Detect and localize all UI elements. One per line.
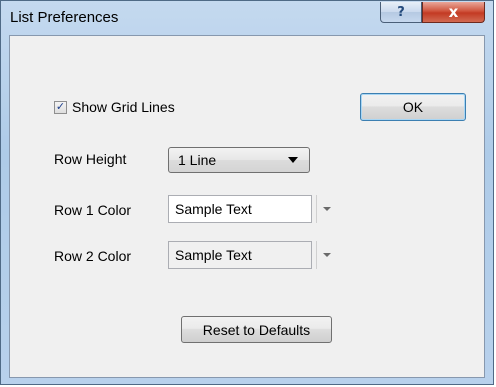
row-height-select[interactable]: 1 Line <box>168 147 310 173</box>
row-height-value: 1 Line <box>178 152 217 168</box>
ok-button[interactable]: OK <box>360 93 466 121</box>
row1-color-dropdown-button[interactable] <box>316 195 336 223</box>
show-grid-lines-checkbox[interactable]: ✓ <box>54 100 67 114</box>
row2-color-label: Row 2 Color <box>54 248 132 264</box>
dialog-body: ✓ Show Grid Lines OK Row Height 1 Line R… <box>9 35 485 378</box>
row2-color-value: Sample Text <box>175 247 252 263</box>
show-grid-lines-label[interactable]: Show Grid Lines <box>72 99 175 115</box>
chevron-down-icon <box>288 157 298 163</box>
title-bar[interactable]: List Preferences ? x <box>1 1 493 35</box>
row2-color-field[interactable]: Sample Text <box>168 241 312 269</box>
row-height-label: Row Height <box>54 151 127 167</box>
row2-color-dropdown-button[interactable] <box>316 241 336 269</box>
checkmark-icon: ✓ <box>55 100 66 113</box>
help-icon: ? <box>397 4 405 20</box>
close-icon: x <box>448 3 459 21</box>
row1-color-label: Row 1 Color <box>54 202 132 218</box>
row1-color-value: Sample Text <box>175 201 252 217</box>
dialog-window: List Preferences ? x ✓ Show Grid Lines O… <box>0 0 494 385</box>
help-button[interactable]: ? <box>380 2 422 23</box>
window-title: List Preferences <box>10 9 119 26</box>
close-button[interactable]: x <box>422 2 485 23</box>
reset-to-defaults-button[interactable]: Reset to Defaults <box>181 316 332 343</box>
show-grid-lines-option[interactable]: ✓ Show Grid Lines <box>54 98 175 116</box>
row1-color-field[interactable]: Sample Text <box>168 195 312 223</box>
